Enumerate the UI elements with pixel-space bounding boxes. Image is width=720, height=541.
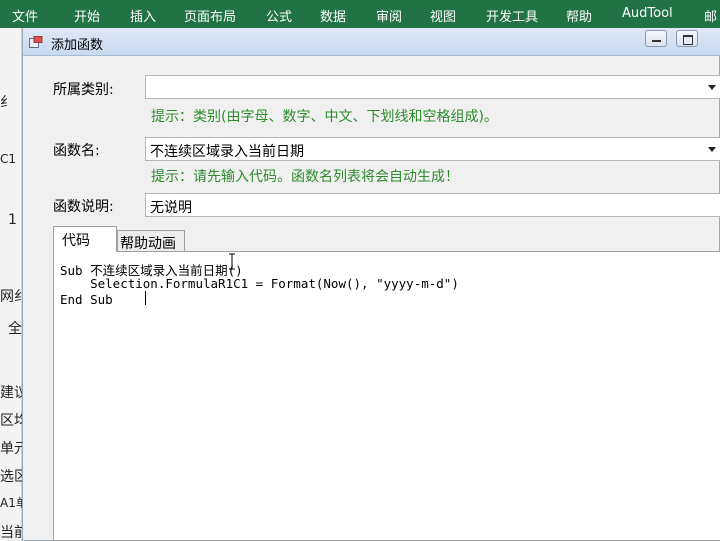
add-function-dialog: 添加函数 所属类别: 提示：类别(由字母、数字、中文、下划线和空格组成)。 函数… [22,28,720,541]
ribbon-tab-file[interactable]: 文件 [12,6,38,25]
background-fragment: 建议 [0,385,22,401]
ribbon-tab-help[interactable]: 帮助 [566,6,592,25]
maximize-button[interactable] [676,30,698,47]
function-name-hint: 提示：请先输入代码。函数名列表将会自动生成！ [151,169,459,185]
ribbon-tab-view[interactable]: 视图 [430,6,456,25]
ribbon-tab-developer[interactable]: 开发工具 [486,6,538,25]
background-sheet-strip: 纟 C1 1 网纟 全 建议 区均 单元 选区 A1单 当前 [0,28,22,541]
ribbon-tab-review[interactable]: 审阅 [376,6,402,25]
dialog-titlebar[interactable]: 添加函数 [23,28,720,56]
function-name-combobox[interactable]: 不连续区域录入当前日期 [145,137,720,161]
category-hint: 提示：类别(由字母、数字、中文、下划线和空格组成)。 [151,109,498,125]
dialog-title: 添加函数 [51,38,104,53]
chevron-down-icon[interactable] [708,85,716,90]
function-name-value: 不连续区域录入当前日期 [150,144,304,160]
function-name-label: 函数名: [53,143,100,159]
code-line: Selection.FormulaR1C1 = Format(Now(), "y… [60,276,459,291]
app-icon [29,36,43,48]
tab-help-animation[interactable]: 帮助动画 [117,230,185,252]
description-label: 函数说明: [53,199,114,215]
background-fragment: 单元 [0,441,22,457]
background-fragment: C1 [0,152,17,166]
description-value: 无说明 [150,200,192,216]
ribbon-tab-formulas[interactable]: 公式 [266,6,292,25]
background-fragment: 当前 [0,525,22,541]
code-editor[interactable]: Sub 不连续区域录入当前日期() Selection.FormulaR1C1 … [53,251,720,541]
ribbon-tab-bar: 文件 开始 插入 页面布局 公式 数据 审阅 视图 开发工具 帮助 AudToo… [0,0,720,28]
background-fragment: 区均 [0,413,22,429]
text-caret [145,291,146,305]
code-line: End Sub [60,292,113,307]
ribbon-tab-mail[interactable]: 邮 [704,6,717,25]
description-input[interactable]: 无说明 [145,193,720,217]
background-fragment: 纟 [0,95,14,111]
category-combobox[interactable] [145,75,720,99]
ribbon-tab-data[interactable]: 数据 [320,6,346,25]
minimize-button[interactable] [645,30,667,47]
tab-code[interactable]: 代码 [53,226,117,252]
ribbon-tab-insert[interactable]: 插入 [130,6,156,25]
ribbon-tab-page-layout[interactable]: 页面布局 [184,6,236,25]
ribbon-tab-audtool[interactable]: AudTool [622,6,673,21]
ribbon-tab-home[interactable]: 开始 [74,6,100,25]
category-label: 所属类别: [53,82,114,98]
background-fragment: A1单 [0,496,22,510]
background-fragment: 选区 [0,469,22,485]
background-fragment: 网纟 [0,289,22,305]
chevron-down-icon[interactable] [708,147,716,152]
text-cursor-icon [229,253,235,270]
